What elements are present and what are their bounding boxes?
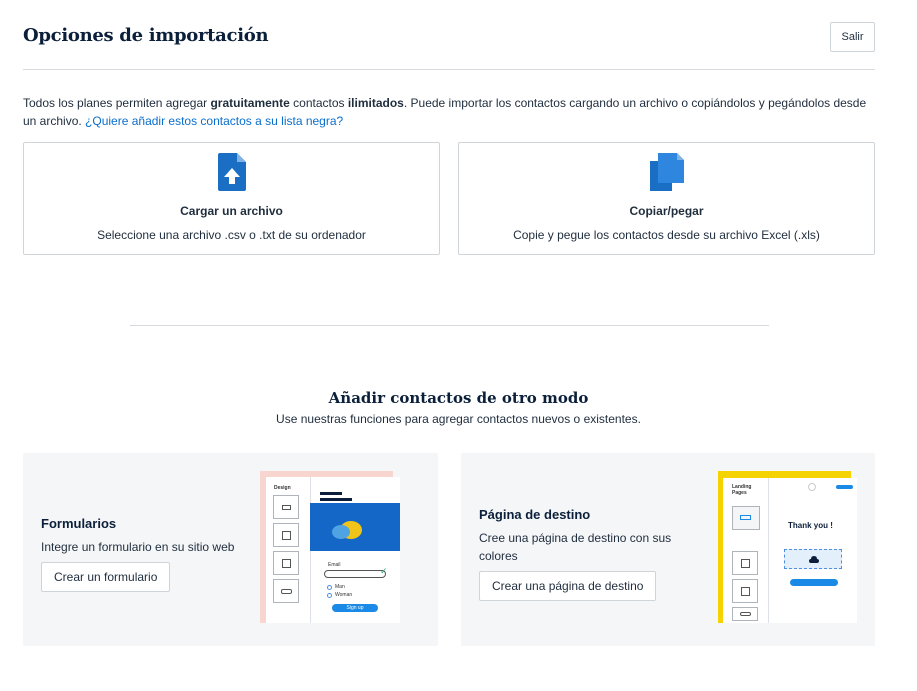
upload-file-card[interactable]: Cargar un archivo Seleccione una archivo… xyxy=(23,142,440,255)
builder-separator xyxy=(768,478,769,623)
section-divider xyxy=(130,325,769,326)
block-icon-3 xyxy=(732,607,758,621)
upload-file-title: Cargar un archivo xyxy=(180,204,283,218)
exit-button[interactable]: Salir xyxy=(830,22,875,52)
copy-paste-description: Copie y pegue los contactos desde su arc… xyxy=(513,228,820,242)
page-title: Opciones de importación xyxy=(23,25,269,46)
block-icon-4 xyxy=(273,579,299,603)
create-landing-page-button[interactable]: Crear una página de destino xyxy=(479,571,657,601)
block-icon-2 xyxy=(273,523,299,547)
upload-file-description: Seleccione una archivo .csv o .txt de su… xyxy=(97,228,366,242)
copy-paste-card[interactable]: Copiar/pegar Copie y pegue los contactos… xyxy=(458,142,875,255)
preview-title-line-2 xyxy=(320,498,352,501)
forms-description: Integre un formulario en su sitio web xyxy=(41,540,235,554)
blacklist-link[interactable]: ¿Quiere añadir estos contactos a su list… xyxy=(85,114,343,128)
landing-preview-heading: Landing Pages xyxy=(732,484,752,496)
copy-icon xyxy=(649,153,684,196)
form-builder-illustration: Design Email ✓ Man Woman Sign up xyxy=(260,471,400,623)
other-ways-subtitle: Use nuestras funciones para agregar cont… xyxy=(276,412,641,426)
sign-up-preview-button: Sign up xyxy=(332,604,378,612)
landing-page-title: Página de destino xyxy=(479,507,591,522)
email-label: Email xyxy=(328,562,341,568)
header-button-preview xyxy=(836,485,853,489)
option-woman: Woman xyxy=(335,592,353,598)
email-field-preview xyxy=(324,570,386,578)
create-form-button[interactable]: Crear un formulario xyxy=(41,562,171,592)
avatar-preview xyxy=(808,483,816,491)
upload-dropzone-preview xyxy=(784,549,842,569)
intro-text: Todos los planes permiten agregar gratui… xyxy=(23,94,875,130)
form-preview-heading: Design xyxy=(274,485,291,491)
radio-woman-icon xyxy=(327,593,332,598)
check-icon: ✓ xyxy=(380,566,388,576)
header: Opciones de importación Salir xyxy=(23,22,875,70)
intro-bold1: gratuitamente xyxy=(210,96,290,110)
block-icon-3 xyxy=(273,551,299,575)
forms-title: Formularios xyxy=(41,516,117,531)
intro-bold2: ilimitados xyxy=(347,96,404,110)
block-icon-1 xyxy=(273,495,299,519)
intro-part2: contactos xyxy=(289,96,348,110)
intro-part1: Todos los planes permiten agregar xyxy=(23,96,211,110)
preview-hero-image xyxy=(310,503,400,551)
cloud-icon xyxy=(809,556,819,563)
cta-preview-button xyxy=(790,579,838,586)
block-icon-1 xyxy=(732,551,758,575)
landing-page-card: Página de destino Cree una página de des… xyxy=(461,453,875,646)
option-man: Man xyxy=(335,584,345,590)
thank-you-headline: Thank you ! xyxy=(788,521,833,530)
radio-man-icon xyxy=(327,585,332,590)
forms-card: Formularios Integre un formulario en su … xyxy=(23,453,438,646)
preview-title-line xyxy=(320,492,342,495)
landing-page-description: Cree una página de destino con sus color… xyxy=(479,531,672,563)
file-upload-icon xyxy=(217,153,246,196)
other-ways-title: Añadir contactos de otro modo xyxy=(328,389,589,407)
landing-builder-illustration: Landing Pages Thank you ! xyxy=(718,471,857,623)
copy-paste-title: Copiar/pegar xyxy=(629,204,704,218)
dragged-block xyxy=(732,506,760,530)
block-icon-2 xyxy=(732,579,758,603)
